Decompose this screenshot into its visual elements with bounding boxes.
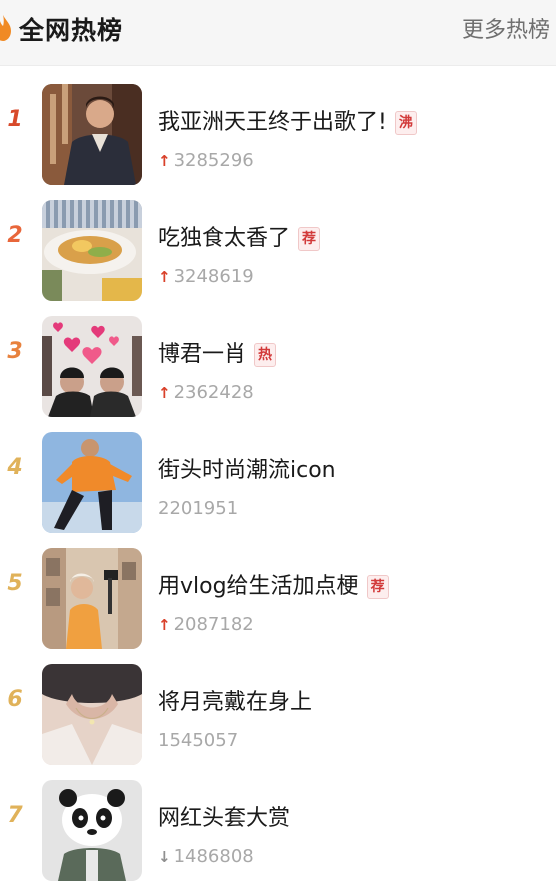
heat-count: 2087182	[173, 614, 254, 635]
thumbnail-image[interactable]	[42, 780, 142, 881]
item-title: 用vlog给生活加点梗	[158, 574, 359, 599]
rank-number: 4	[7, 455, 23, 480]
list-item[interactable]: 3 博君一肖 热 ↑ 2362428	[0, 298, 556, 417]
rank-number: 6	[7, 687, 23, 712]
status-badge: 热	[254, 343, 277, 367]
rank-number: 1	[7, 107, 23, 132]
status-badge: 荐	[366, 575, 389, 599]
thumbnail-image[interactable]	[42, 664, 142, 765]
list-item[interactable]: 2 吃独食太香了 荐 ↑ 3248619	[0, 182, 556, 301]
item-title: 街头时尚潮流icon	[158, 458, 336, 483]
list-item[interactable]: 5 用vlog给生活加点梗 荐 ↑ 2087182	[0, 530, 556, 649]
rank-number: 5	[7, 571, 23, 596]
arrow-up-icon: ↑	[158, 384, 171, 402]
item-title: 吃独食太香了	[158, 226, 291, 251]
heat-count: 1545057	[158, 730, 239, 751]
thumbnail-image[interactable]	[42, 548, 142, 649]
thumbnail-image[interactable]	[42, 316, 142, 417]
item-title: 我亚洲天王终于出歌了!	[158, 110, 387, 135]
heat-count: 3248619	[173, 266, 254, 287]
heat-count: 2362428	[173, 382, 254, 403]
rank-number: 2	[7, 223, 23, 248]
heat-count: 1486808	[173, 846, 254, 867]
arrow-up-icon: ↑	[158, 616, 171, 634]
list-item[interactable]: 1 我亚洲天王终于出歌了! 沸 ↑ 3285296	[0, 66, 556, 185]
page-title: 全网热榜	[19, 16, 124, 45]
item-title: 博君一肖	[158, 342, 247, 367]
list-item[interactable]: 6 将月亮戴在身上 1545057	[0, 646, 556, 765]
status-badge: 荐	[298, 227, 321, 251]
fire-icon	[0, 15, 11, 41]
item-title: 将月亮戴在身上	[158, 690, 313, 715]
arrow-down-icon: ↓	[158, 848, 171, 866]
list-item[interactable]: 7 网红头套大赏 ↓ 1486808	[0, 762, 556, 881]
more-hot-lists-link[interactable]: 更多热榜	[462, 16, 550, 46]
heat-count: 2201951	[158, 498, 239, 519]
thumbnail-image[interactable]	[42, 84, 142, 185]
item-title: 网红头套大赏	[158, 806, 291, 831]
thumbnail-image[interactable]	[42, 200, 142, 301]
hot-list-header: 全网热榜 更多热榜	[0, 0, 556, 66]
arrow-up-icon: ↑	[158, 268, 171, 286]
rank-number: 3	[7, 339, 23, 364]
status-badge: 沸	[394, 111, 417, 135]
heat-count: 3285296	[173, 150, 254, 171]
rank-number: 7	[7, 803, 23, 828]
thumbnail-image[interactable]	[42, 432, 142, 533]
list-item[interactable]: 4 街头时尚潮流icon 2201951	[0, 414, 556, 533]
arrow-up-icon: ↑	[158, 152, 171, 170]
